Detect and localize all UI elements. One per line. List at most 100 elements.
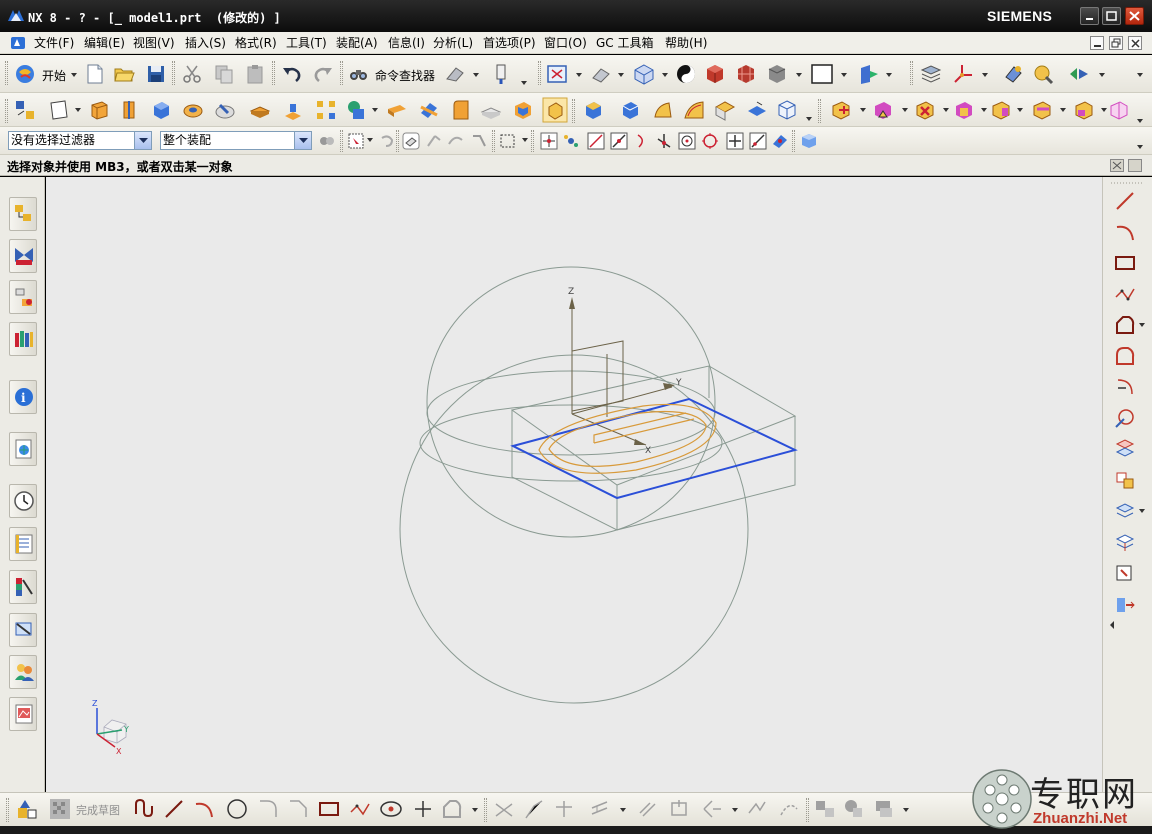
constraint-navigator-tab[interactable] — [9, 239, 37, 273]
orient-view-icon[interactable] — [633, 63, 655, 85]
chevron-down-icon[interactable] — [1101, 108, 1107, 112]
create-inferred-constraints-icon[interactable] — [873, 798, 895, 820]
dimension-icon[interactable] — [589, 798, 611, 820]
system-scenes-tab[interactable] — [9, 613, 37, 647]
finish-sketch-icon[interactable] — [49, 798, 71, 820]
synchronous-move-face-icon[interactable] — [830, 99, 852, 121]
rectangle-icon[interactable] — [1114, 252, 1136, 274]
minimize-button[interactable] — [1080, 7, 1099, 25]
pad-icon[interactable] — [249, 99, 271, 121]
assembly-navigator-tab[interactable] — [9, 197, 37, 231]
toolbar-grip[interactable] — [5, 61, 8, 85]
chamfer-icon[interactable] — [287, 798, 309, 820]
chevron-down-icon[interactable] — [521, 81, 527, 85]
menu-tools[interactable]: 工具(T) — [286, 36, 327, 50]
menu-information[interactable]: 信息(I) — [388, 36, 425, 50]
menu-window[interactable]: 窗口(O) — [544, 36, 587, 50]
process-studio-tab[interactable] — [9, 527, 37, 561]
offset-region-icon[interactable] — [1031, 99, 1053, 121]
project-curve-icon[interactable] — [1114, 562, 1136, 584]
quick-extend-icon[interactable] — [523, 798, 545, 820]
chevron-down-icon[interactable] — [981, 108, 987, 112]
hd3d-tools-tab[interactable]: i — [9, 380, 37, 414]
reset-filter-icon[interactable] — [378, 132, 396, 150]
snap-point-icon[interactable] — [562, 132, 580, 150]
toolbar-overflow-icon[interactable] — [1137, 119, 1143, 123]
menu-view[interactable]: 视图(V) — [133, 36, 175, 50]
toolbar-grip[interactable] — [792, 130, 795, 152]
unite-icon[interactable] — [345, 99, 367, 121]
chevron-down-icon[interactable] — [1060, 108, 1066, 112]
menu-format[interactable]: 格式(R) — [235, 36, 277, 50]
line-icon[interactable] — [163, 798, 185, 820]
mdi-close-button[interactable] — [1128, 36, 1142, 50]
nx-menu-icon[interactable] — [10, 35, 27, 51]
circle-icon[interactable] — [226, 798, 248, 820]
point-icon[interactable] — [380, 798, 402, 820]
mdi-minimize-button[interactable] — [1090, 36, 1104, 50]
chevron-down-icon[interactable] — [473, 73, 479, 77]
menu-help[interactable]: 帮助(H) — [665, 36, 707, 50]
point-on-face-icon[interactable] — [771, 132, 789, 150]
chevron-down-icon[interactable] — [620, 808, 626, 812]
chevron-down-icon[interactable] — [982, 73, 988, 77]
chevron-down-icon[interactable] — [522, 138, 528, 142]
paste-icon[interactable] — [244, 63, 266, 85]
toolbar-overflow-icon[interactable] — [1109, 621, 1115, 629]
animate-dimension-icon[interactable] — [746, 798, 768, 820]
menu-analysis[interactable]: 分析(L) — [433, 36, 473, 50]
start-button-label[interactable]: 开始 — [42, 67, 66, 84]
toolbar-grip[interactable] — [818, 99, 821, 123]
offset-profile-icon[interactable] — [441, 798, 463, 820]
studio-spline-icon[interactable] — [349, 798, 371, 820]
edge-blend-icon[interactable] — [450, 99, 472, 121]
dropdown-arrow[interactable] — [294, 132, 311, 149]
curve-rule-icon[interactable] — [447, 132, 465, 150]
convert-reference-icon[interactable] — [778, 798, 800, 820]
trim-body-icon[interactable] — [418, 99, 440, 121]
dropdown-arrow[interactable] — [134, 132, 151, 149]
display-constraints-icon[interactable] — [669, 798, 691, 820]
chevron-down-icon[interactable] — [75, 108, 81, 112]
system-materials-tab[interactable] — [9, 570, 37, 604]
toolbar-grip[interactable] — [492, 130, 495, 152]
rendering-style-icon[interactable] — [675, 63, 697, 85]
emboss-icon[interactable] — [282, 99, 304, 121]
chevron-down-icon[interactable] — [576, 73, 582, 77]
rotate-view-icon[interactable] — [590, 63, 612, 85]
part-navigator-tab[interactable] — [9, 280, 37, 314]
sketch-icon[interactable] — [14, 99, 36, 121]
work-part-icon[interactable] — [800, 132, 818, 150]
chevron-down-icon[interactable] — [71, 73, 77, 77]
cue-line-toggle-icon[interactable] — [1110, 159, 1124, 172]
wireframe-cube-icon[interactable] — [735, 63, 757, 85]
model-canvas[interactable]: Z Y X Z Y X — [46, 177, 1102, 792]
layer-settings-icon[interactable] — [920, 63, 942, 85]
command-finder-label[interactable]: 命令查找器 — [375, 67, 435, 84]
toolbar-grip[interactable] — [272, 61, 275, 85]
trim-icon[interactable] — [1114, 376, 1136, 398]
save-icon[interactable] — [145, 63, 167, 85]
resize-blend-icon[interactable] — [990, 99, 1012, 121]
palettes-tab[interactable] — [9, 697, 37, 731]
feature-select-icon[interactable] — [402, 132, 420, 150]
quadrant-point-icon[interactable] — [701, 132, 719, 150]
intersection-point-icon[interactable] — [655, 132, 673, 150]
menu-insert[interactable]: 插入(S) — [185, 36, 226, 50]
make-symmetric-icon[interactable] — [1108, 99, 1130, 121]
ruled-surface-icon[interactable] — [651, 99, 673, 121]
menu-gc-toolkit[interactable]: GC 工具箱 — [596, 36, 654, 50]
chevron-down-icon[interactable] — [1139, 509, 1145, 513]
shaded-cube-icon[interactable] — [704, 63, 726, 85]
selection-scope-dropdown[interactable]: 整个装配 — [160, 131, 312, 150]
block-icon[interactable] — [150, 99, 172, 121]
toolbar-overflow-icon[interactable] — [1137, 145, 1143, 149]
rectangle-select-icon[interactable] — [499, 132, 517, 150]
point-on-curve-icon[interactable] — [749, 132, 767, 150]
intersection-curve-icon[interactable] — [1114, 593, 1136, 615]
mid-point-icon[interactable] — [610, 132, 628, 150]
select-all-icon[interactable] — [347, 132, 365, 150]
chevron-down-icon[interactable] — [1139, 323, 1145, 327]
toolbar-grip[interactable] — [5, 99, 8, 123]
make-corner-icon[interactable] — [553, 798, 575, 820]
